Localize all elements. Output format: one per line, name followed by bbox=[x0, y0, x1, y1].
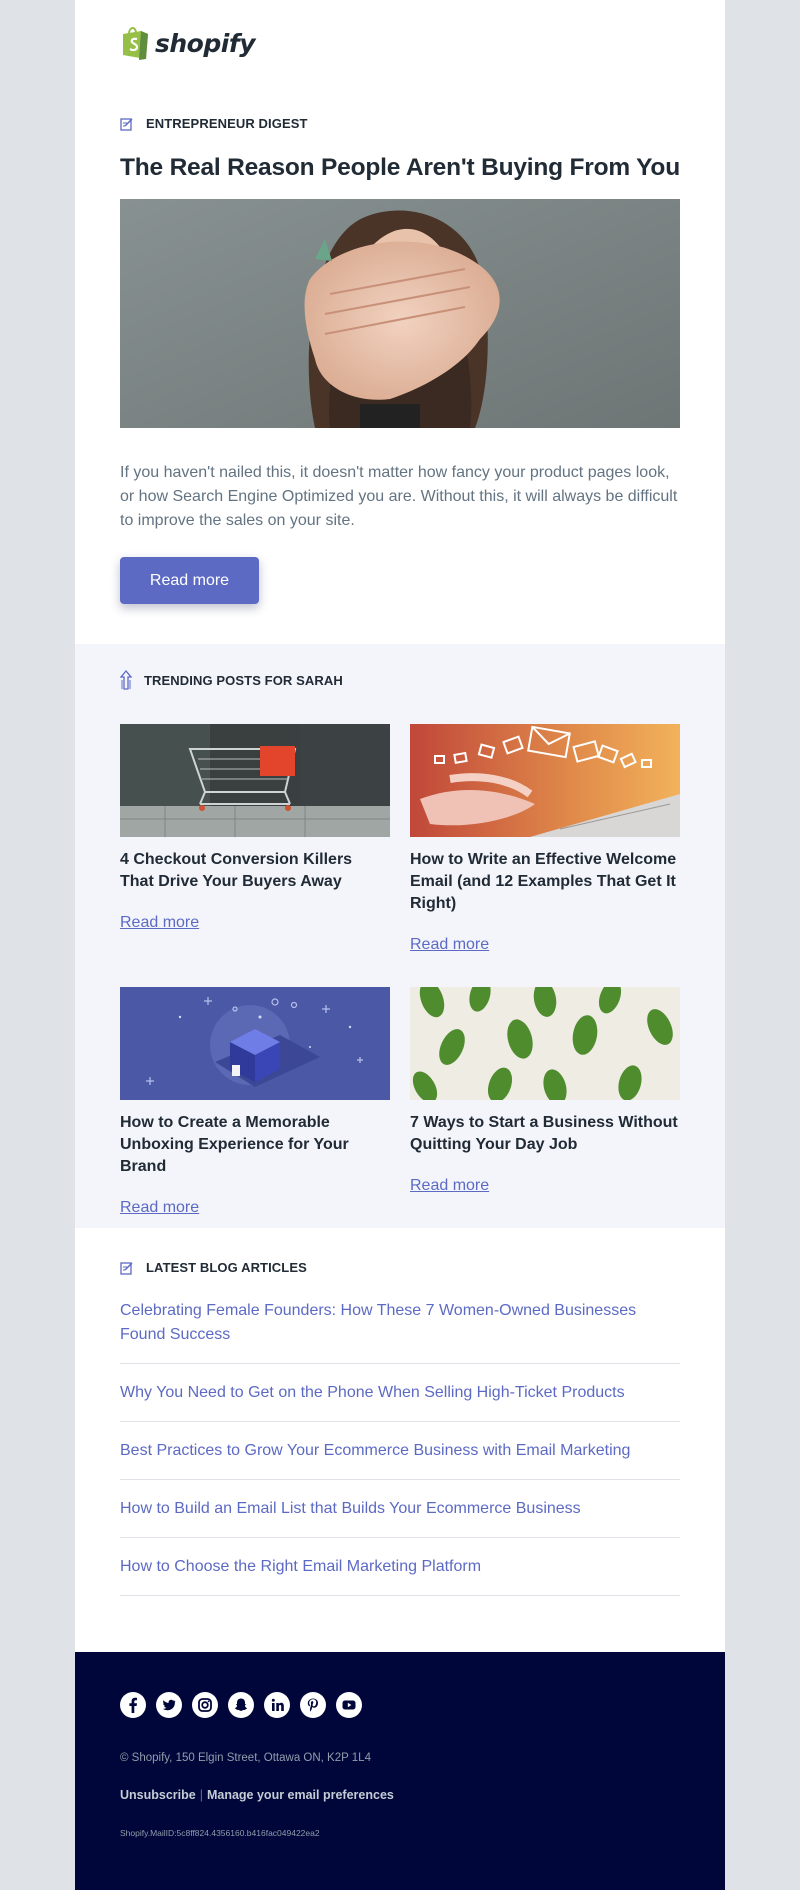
email-typing-image[interactable] bbox=[410, 724, 680, 837]
card-title[interactable]: How to Create a Memorable Unboxing Exper… bbox=[120, 1112, 390, 1178]
snapchat-icon[interactable] bbox=[228, 1692, 254, 1718]
list-item: How to Choose the Right Email Marketing … bbox=[120, 1552, 680, 1596]
edit-note-icon bbox=[120, 1261, 133, 1275]
footer-links: Unsubscribe | Manage your email preference… bbox=[120, 1788, 394, 1802]
article-link[interactable]: How to Build an Email List that Builds Y… bbox=[120, 1497, 680, 1521]
linkedin-icon[interactable] bbox=[264, 1692, 290, 1718]
hero-title[interactable]: The Real Reason People Aren't Buying Fro… bbox=[120, 154, 680, 182]
article-link[interactable]: Why You Need to Get on the Phone When Se… bbox=[120, 1381, 680, 1405]
entrepreneur-digest-label: ENTREPRENEUR DIGEST bbox=[120, 116, 308, 131]
list-item: Celebrating Female Founders: How These 7… bbox=[120, 1296, 680, 1364]
trending-card: How to Write an Effective Welcome Email … bbox=[410, 724, 680, 954]
trending-arrow-icon bbox=[120, 670, 132, 690]
instagram-icon[interactable] bbox=[192, 1692, 218, 1718]
facebook-icon[interactable] bbox=[120, 1692, 146, 1718]
read-more-link[interactable]: Read more bbox=[410, 1177, 680, 1195]
article-link[interactable]: How to Choose the Right Email Marketing … bbox=[120, 1555, 680, 1579]
section-label-text: TRENDING POSTS FOR SARAH bbox=[144, 672, 343, 688]
separator: | bbox=[199, 1788, 203, 1802]
leaves-image[interactable] bbox=[410, 987, 680, 1100]
trending-card: How to Create a Memorable Unboxing Exper… bbox=[120, 987, 390, 1217]
shopping-cart-image[interactable] bbox=[120, 724, 390, 837]
list-item: How to Build an Email List that Builds Y… bbox=[120, 1494, 680, 1538]
section-label-text: LATEST BLOG ARTICLES bbox=[146, 1260, 307, 1275]
manage-preferences-link[interactable]: Manage your email preferences bbox=[207, 1788, 394, 1802]
card-title[interactable]: 4 Checkout Conversion Killers That Drive… bbox=[120, 849, 390, 893]
card-title[interactable]: 7 Ways to Start a Business Without Quitt… bbox=[410, 1112, 680, 1156]
mail-id: Shopify.MailID:5c8ff824.4356160.b416fac0… bbox=[120, 1828, 320, 1838]
latest-articles-list: Celebrating Female Founders: How These 7… bbox=[120, 1296, 680, 1610]
article-link[interactable]: Celebrating Female Founders: How These 7… bbox=[120, 1299, 680, 1347]
latest-articles-label: LATEST BLOG ARTICLES bbox=[120, 1260, 307, 1275]
brand-name: shopify bbox=[155, 28, 256, 58]
edit-note-icon bbox=[120, 117, 133, 131]
section-label-text: ENTREPRENEUR DIGEST bbox=[146, 116, 308, 131]
pinterest-icon[interactable] bbox=[300, 1692, 326, 1718]
read-more-link[interactable]: Read more bbox=[120, 1199, 390, 1217]
article-link[interactable]: Best Practices to Grow Your Ecommerce Bu… bbox=[120, 1439, 680, 1463]
read-more-link[interactable]: Read more bbox=[120, 914, 390, 932]
footer: © Shopify, 150 Elgin Street, Ottawa ON, … bbox=[75, 1652, 725, 1890]
trending-section: TRENDING POSTS FOR SARAH 4 Checkout Conv… bbox=[75, 644, 725, 1228]
card-title[interactable]: How to Write an Effective Welcome Email … bbox=[410, 849, 680, 915]
list-item: Why You Need to Get on the Phone When Se… bbox=[120, 1378, 680, 1422]
read-more-link[interactable]: Read more bbox=[410, 936, 680, 954]
trending-label: TRENDING POSTS FOR SARAH bbox=[120, 670, 343, 690]
twitter-icon[interactable] bbox=[156, 1692, 182, 1718]
unboxing-illustration[interactable] bbox=[120, 987, 390, 1100]
hero-image[interactable] bbox=[120, 199, 680, 428]
social-links bbox=[120, 1692, 372, 1718]
shopify-logo[interactable]: shopify bbox=[120, 25, 256, 61]
read-more-button[interactable]: Read more bbox=[120, 557, 259, 604]
list-item: Best Practices to Grow Your Ecommerce Bu… bbox=[120, 1436, 680, 1480]
shopify-bag-icon bbox=[120, 25, 151, 61]
hero-body: If you haven't nailed this, it doesn't m… bbox=[120, 464, 678, 529]
youtube-icon[interactable] bbox=[336, 1692, 362, 1718]
unsubscribe-link[interactable]: Unsubscribe bbox=[120, 1788, 196, 1802]
trending-card: 4 Checkout Conversion Killers That Drive… bbox=[120, 724, 390, 932]
email-container: shopify ENTREPRENEUR DIGEST The Real Rea… bbox=[75, 0, 725, 1890]
footer-address: © Shopify, 150 Elgin Street, Ottawa ON, … bbox=[120, 1752, 371, 1764]
trending-card: 7 Ways to Start a Business Without Quitt… bbox=[410, 987, 680, 1195]
